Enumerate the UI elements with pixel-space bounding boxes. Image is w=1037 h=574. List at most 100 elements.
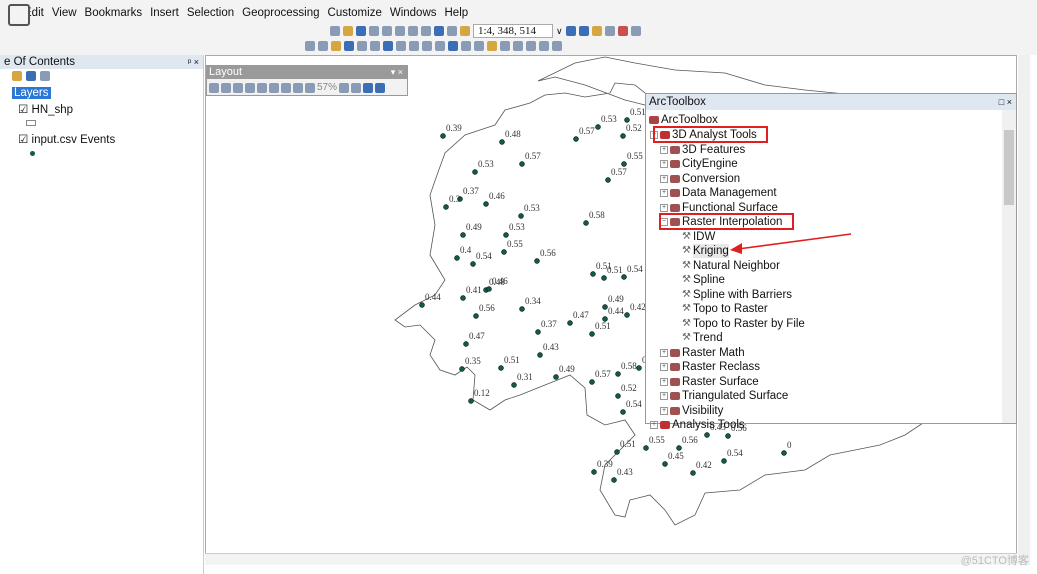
cut-icon[interactable] [382, 26, 392, 36]
find-icon[interactable] [500, 41, 510, 51]
redo-icon[interactable] [447, 26, 457, 36]
scale-input[interactable]: 1:4, 348, 514 [473, 24, 553, 38]
identify-icon[interactable] [448, 41, 458, 51]
arctoolbox-close[interactable]: □ × [999, 94, 1012, 110]
map-scrollbar[interactable] [1018, 55, 1030, 565]
next-extent-icon[interactable] [305, 82, 315, 93]
tree-item[interactable]: ⚒ Spline [682, 273, 725, 287]
toc-pin-close[interactable]: ᵖ × [188, 55, 199, 69]
scroll-thumb[interactable] [1004, 130, 1014, 205]
layout-pan-icon[interactable] [233, 82, 243, 93]
toc-window-icon[interactable] [578, 26, 589, 36]
tree-root[interactable]: ArcToolbox [649, 113, 718, 127]
list-by-visibility-icon[interactable] [26, 71, 36, 81]
new-icon[interactable] [330, 26, 340, 36]
arctoolbox-icon[interactable] [617, 26, 628, 36]
toggle-draft-icon[interactable] [339, 82, 350, 93]
expand-icon[interactable]: + [660, 406, 668, 415]
focus-frame-icon[interactable] [351, 82, 362, 93]
menu-windows[interactable]: Windows [390, 7, 437, 19]
menu-customize[interactable]: Customize [328, 7, 382, 19]
time-slider-icon[interactable] [539, 41, 549, 51]
change-layout-icon[interactable] [363, 82, 374, 93]
delete-icon[interactable] [421, 26, 431, 36]
tree-item[interactable]: +3D Features [660, 143, 745, 157]
open-icon[interactable] [343, 26, 353, 36]
tree-item[interactable]: ⚒ Topo to Raster [682, 302, 768, 316]
expand-icon[interactable]: + [660, 189, 668, 197]
print-icon[interactable] [369, 26, 379, 36]
tree-item[interactable]: ⚒ Spline with Barriers [682, 288, 792, 302]
html-popup-icon[interactable] [474, 41, 484, 51]
layout-close[interactable]: ▾ × [391, 66, 403, 79]
tree-item[interactable]: + Raster Math [660, 346, 745, 360]
expand-icon[interactable]: + [660, 363, 668, 371]
menu-selection[interactable]: Selection [187, 7, 234, 19]
data-driven-pages-icon[interactable] [375, 82, 386, 93]
layout-zoom-out-icon[interactable] [221, 82, 231, 93]
layers-frame[interactable]: Layers [12, 87, 51, 99]
zoom-whole-page-icon[interactable] [245, 82, 255, 93]
tree-item[interactable]: + Raster Reclass [660, 360, 760, 374]
fixed-in-icon[interactable] [269, 82, 279, 93]
fixed-zoom-in-icon[interactable] [357, 41, 367, 51]
expand-icon[interactable]: + [660, 348, 668, 357]
python-icon[interactable] [630, 26, 641, 36]
measure-icon[interactable] [487, 41, 497, 51]
expand-icon[interactable]: + [660, 145, 668, 154]
back-icon[interactable] [383, 41, 393, 51]
undo-icon[interactable] [434, 26, 444, 36]
tree-item[interactable]: ⚒ Kriging [682, 244, 729, 258]
layout-title-bar[interactable]: Layout ▾ × [207, 66, 407, 79]
layer-hn-shp[interactable]: ☑ HN_shp [18, 102, 73, 116]
forward-icon[interactable] [396, 41, 406, 51]
tree-item[interactable]: + Raster Surface [660, 375, 759, 389]
layout-zoom-in-icon[interactable] [209, 82, 219, 93]
arctoolbox-title-bar[interactable]: ArcToolbox □ × [646, 94, 1016, 110]
paste-icon[interactable] [408, 26, 418, 36]
fixed-zoom-out-icon[interactable] [370, 41, 380, 51]
layer-input-csv-events[interactable]: ☑ input.csv Events [18, 132, 115, 146]
select-elements-icon[interactable] [435, 41, 445, 51]
fixed-out-icon[interactable] [281, 82, 291, 93]
xy-icon[interactable] [526, 41, 536, 51]
search-window-icon[interactable] [604, 26, 615, 36]
menu-insert[interactable]: Insert [150, 7, 179, 19]
add-data-icon[interactable] [460, 26, 470, 36]
full-extent-icon[interactable] [344, 41, 354, 51]
menu-geoprocessing[interactable]: Geoprocessing [242, 7, 319, 19]
zoom-in-icon[interactable] [305, 41, 315, 51]
checkbox-icon[interactable]: ☑ [18, 134, 28, 146]
zoom-100-icon[interactable] [257, 82, 267, 93]
checkbox-icon[interactable]: ☑ [18, 104, 28, 116]
pan-icon[interactable] [331, 41, 341, 51]
select-features-icon[interactable] [409, 41, 419, 51]
hyperlink-icon[interactable] [461, 41, 471, 51]
layout-zoom-select[interactable]: 57% [317, 82, 337, 93]
scale-dropdown[interactable]: ∨ [556, 26, 563, 37]
clear-selection-icon[interactable] [422, 41, 432, 51]
expand-icon[interactable]: + [660, 203, 668, 212]
expand-icon[interactable]: + [660, 392, 668, 400]
copy-icon[interactable] [395, 26, 405, 36]
viewer-icon[interactable] [552, 41, 562, 51]
expand-icon[interactable]: + [660, 174, 668, 183]
catalog-icon[interactable] [591, 26, 602, 36]
zoom-out-icon[interactable] [318, 41, 328, 51]
menu-view[interactable]: View [52, 7, 77, 19]
tree-item[interactable]: ⚒ Trend [682, 331, 723, 345]
view-switch-bar[interactable] [205, 553, 1017, 565]
options-icon[interactable] [40, 71, 50, 81]
editor-icon[interactable] [565, 26, 576, 36]
tree-item[interactable]: + CityEngine [660, 157, 738, 171]
list-by-source-icon[interactable] [12, 71, 22, 81]
expand-icon[interactable]: + [650, 421, 658, 429]
tree-item[interactable]: ⚒ Natural Neighbor [682, 259, 780, 273]
toolbox-scrollbar[interactable] [1002, 110, 1016, 423]
tree-item[interactable]: ⚒ Topo to Raster by File [682, 317, 805, 331]
tree-item[interactable]: + Analysis Tools [650, 418, 745, 432]
menu-help[interactable]: Help [445, 7, 469, 19]
prev-extent-icon[interactable] [293, 82, 303, 93]
tree-item[interactable]: + Triangulated Surface [660, 389, 788, 403]
tree-item[interactable]: + Data Management [660, 186, 777, 200]
